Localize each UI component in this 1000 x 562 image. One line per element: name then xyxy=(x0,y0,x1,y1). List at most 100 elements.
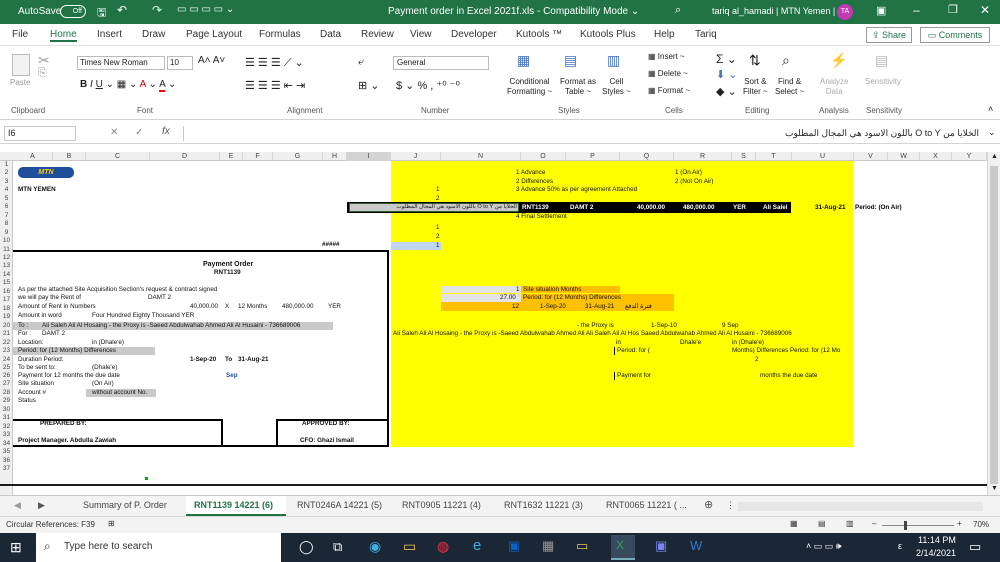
tab-tariq[interactable]: Tariq xyxy=(695,29,717,40)
row-header[interactable]: 37 xyxy=(0,465,13,473)
row-header[interactable]: 21 xyxy=(0,330,13,338)
row-header[interactable]: 8 xyxy=(0,220,13,228)
ie-icon[interactable]: e xyxy=(473,537,481,554)
zoom-level[interactable]: 70% xyxy=(973,520,989,529)
sheet-tab-rnt0905[interactable]: RNT0905 11221 (4) xyxy=(402,500,481,510)
comments-button[interactable]: ▭ Comments xyxy=(920,27,990,43)
col-header[interactable]: H xyxy=(323,152,347,161)
folder-icon[interactable]: ▭ xyxy=(576,538,588,554)
row-header[interactable]: 27 xyxy=(0,380,13,388)
row-header[interactable]: 35 xyxy=(0,448,13,456)
next-sheet-icon[interactable]: ▶ xyxy=(38,500,45,511)
sort-filter-button[interactable]: Sort & Filter ~ xyxy=(743,77,768,97)
row-header[interactable]: 20 xyxy=(0,322,13,330)
tab-draw[interactable]: Draw xyxy=(142,29,165,40)
row-header[interactable]: 19 xyxy=(0,313,13,321)
autosum-icon[interactable]: Σ ⌄ xyxy=(716,52,737,66)
col-header[interactable]: B xyxy=(53,152,86,161)
row-header[interactable]: 34 xyxy=(0,440,13,448)
row-header[interactable]: 23 xyxy=(0,347,13,355)
row-header[interactable]: 5 xyxy=(0,195,13,203)
col-header[interactable]: J xyxy=(391,152,441,161)
row-header[interactable]: 4 xyxy=(0,186,13,194)
row-header[interactable]: 29 xyxy=(0,397,13,405)
collapse-ribbon-icon[interactable]: ˄ xyxy=(988,104,993,114)
zoom-thumb[interactable] xyxy=(904,521,907,530)
tab-file[interactable]: File xyxy=(12,29,28,40)
row-header[interactable]: 7 xyxy=(0,212,13,220)
row-header[interactable]: 13 xyxy=(0,262,13,270)
confirm-icon[interactable]: ✓ xyxy=(135,127,143,138)
tab-formulas[interactable]: Formulas xyxy=(259,29,301,40)
conditional-formatting-button[interactable]: Conditional Formatting ~ xyxy=(507,77,552,97)
sheet-tab-rnt1139[interactable]: RNT1139 14221 (6) xyxy=(194,500,273,510)
page-layout-view-icon[interactable]: ▤ xyxy=(818,519,826,528)
delete-cells-button[interactable]: ▦ Delete ~ xyxy=(648,69,688,78)
row-header[interactable]: 18 xyxy=(0,305,13,313)
sensitivity-icon[interactable]: ▤ xyxy=(875,52,888,69)
col-header[interactable]: Q xyxy=(620,152,674,161)
page-break-view-icon[interactable]: ▥ xyxy=(846,519,854,528)
notification-icon[interactable]: ▭ xyxy=(969,539,981,555)
row-header[interactable]: 1 xyxy=(0,161,13,169)
cell-styles-icon[interactable]: ▥ xyxy=(607,52,620,69)
tab-data[interactable]: Data xyxy=(320,29,341,40)
zoom-out-icon[interactable]: – xyxy=(872,519,876,528)
add-sheet-icon[interactable]: ⊕ xyxy=(704,498,713,511)
format-cells-button[interactable]: ▦ Format ~ xyxy=(648,86,690,95)
word-icon[interactable]: W xyxy=(690,538,702,553)
col-header[interactable]: P xyxy=(566,152,620,161)
macro-record-icon[interactable]: ⊞ xyxy=(108,519,115,528)
row-header[interactable]: 3 xyxy=(0,178,13,186)
clear-icon[interactable]: ◆ ⌄ xyxy=(716,85,737,98)
row-header[interactable]: 6 xyxy=(0,203,13,211)
taskbar-time[interactable]: 11:14 PM xyxy=(918,535,956,545)
taskbar-date[interactable]: 2/14/2021 xyxy=(916,548,956,558)
sensitivity-button[interactable]: Sensitivity xyxy=(865,77,901,86)
tab-kutools-plus[interactable]: Kutools Plus xyxy=(580,29,636,40)
sheet-tab-summary[interactable]: Summary of P. Order xyxy=(83,500,167,510)
font-grow-icon[interactable]: A˄ A˅ xyxy=(198,55,225,66)
scroll-thumb[interactable] xyxy=(990,166,998,484)
row-header[interactable]: 22 xyxy=(0,339,13,347)
font-name-select[interactable]: Times New Roman xyxy=(77,56,165,70)
outlook-icon[interactable]: ▣ xyxy=(508,538,520,554)
col-header[interactable]: T xyxy=(756,152,792,161)
more-sheets-icon[interactable]: ⋮ xyxy=(726,500,735,511)
tab-kutools[interactable]: Kutools ™ xyxy=(516,29,562,40)
expand-formula-icon[interactable]: ⌄ xyxy=(988,127,996,138)
col-header[interactable]: X xyxy=(920,152,952,161)
fill-icon[interactable]: ⬇ ⌄ xyxy=(716,68,738,81)
close-icon[interactable]: ✕ xyxy=(980,3,990,17)
windows-start-icon[interactable]: ⊞ xyxy=(10,539,22,556)
undo-icon[interactable]: ↶ xyxy=(117,3,127,17)
tab-home[interactable]: Home xyxy=(50,29,77,42)
tab-review[interactable]: Review xyxy=(361,29,394,40)
analyze-data-button[interactable]: Analyze Data xyxy=(820,77,848,97)
col-header[interactable]: D xyxy=(150,152,220,161)
col-header[interactable]: R xyxy=(674,152,732,161)
row-header[interactable]: 31 xyxy=(0,414,13,422)
find-select-icon[interactable]: ⌕ xyxy=(782,52,790,69)
insert-cells-button[interactable]: ▦ Insert ~ xyxy=(648,52,685,61)
col-header[interactable]: I xyxy=(347,152,391,161)
row-header[interactable]: 32 xyxy=(0,423,13,431)
vertical-scrollbar[interactable]: ▲ ▼ xyxy=(987,152,1000,495)
col-header[interactable]: W xyxy=(888,152,920,161)
col-header[interactable]: F xyxy=(243,152,273,161)
teams-icon[interactable]: ▣ xyxy=(655,538,667,554)
col-header[interactable]: U xyxy=(792,152,854,161)
sheet-tab-rnt0246a[interactable]: RNT0246A 14221 (5) xyxy=(297,500,382,510)
col-header[interactable]: A xyxy=(13,152,53,161)
number-format-icons[interactable]: $ ⌄ % , ⁺⁰ ⁻⁰ xyxy=(396,79,460,92)
row-header[interactable]: 2 xyxy=(0,169,13,177)
row-header[interactable]: 36 xyxy=(0,457,13,465)
format-as-table-button[interactable]: Format as Table ~ xyxy=(560,77,596,97)
fx-icon[interactable]: fx xyxy=(162,126,170,137)
tab-help[interactable]: Help xyxy=(654,29,675,40)
save-icon[interactable]: 🖫 xyxy=(97,4,106,23)
prev-sheet-icon[interactable]: ◀ xyxy=(14,500,21,511)
autosave-toggle[interactable]: Off xyxy=(60,5,86,18)
tray-icons[interactable]: ˄ ▭ ▭ 🕪 xyxy=(806,541,841,552)
zoom-slider[interactable] xyxy=(882,525,954,526)
